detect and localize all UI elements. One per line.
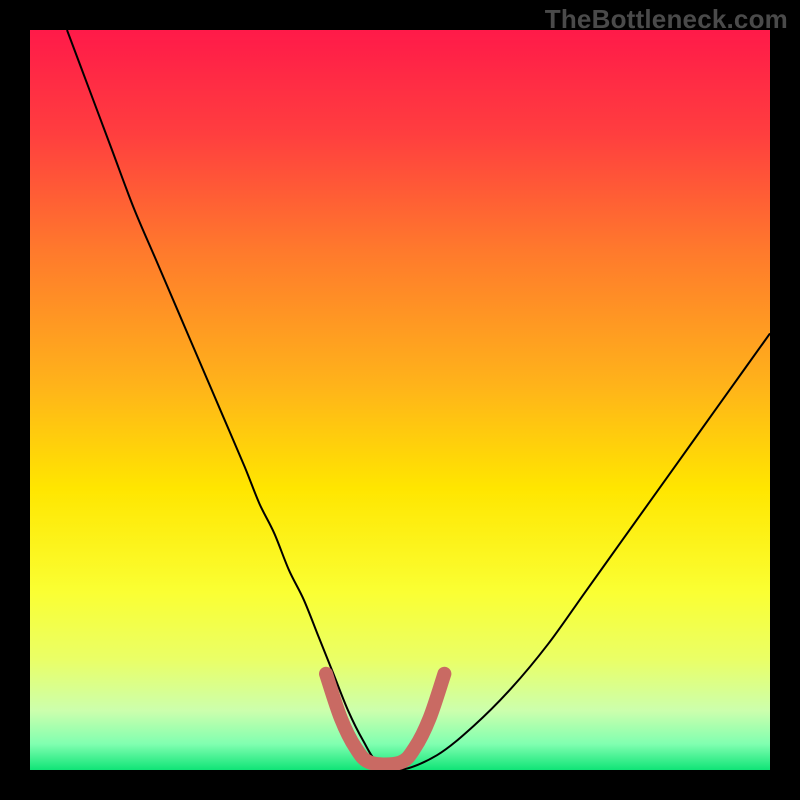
chart-svg [30,30,770,770]
gradient-background [30,30,770,770]
plot-area [30,30,770,770]
watermark-text: TheBottleneck.com [545,4,788,35]
chart-frame: TheBottleneck.com [0,0,800,800]
